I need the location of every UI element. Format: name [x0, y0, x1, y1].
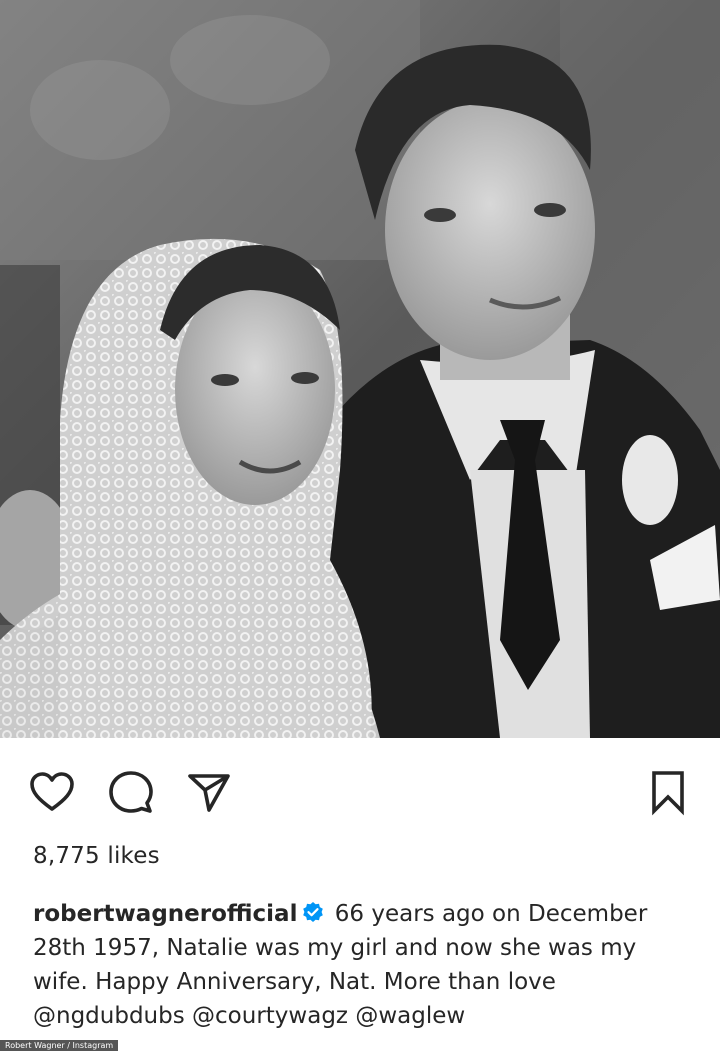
caption-username[interactable]: robertwagnerofficial	[33, 901, 297, 927]
heart-outline-icon[interactable]	[28, 768, 76, 816]
likes-count[interactable]: 8,775 likes	[33, 843, 160, 869]
verified-badge-icon	[301, 901, 325, 925]
wedding-photo	[0, 0, 720, 738]
speech-bubble-icon[interactable]	[107, 768, 155, 816]
bookmark-outline-icon[interactable]	[644, 768, 692, 816]
mention-link[interactable]: @waglew	[355, 1003, 465, 1029]
photo-credit: Robert Wagner / Instagram	[0, 1040, 119, 1051]
mention-link[interactable]: @ngdubdubs	[33, 1003, 185, 1029]
post-caption: robertwagnerofficial 66 years ago on Dec…	[33, 897, 673, 1033]
post-action-bar	[0, 738, 720, 838]
post-photo[interactable]	[0, 0, 720, 738]
paper-plane-icon[interactable]	[184, 768, 232, 816]
mention-link[interactable]: @courtywagz	[192, 1003, 348, 1029]
